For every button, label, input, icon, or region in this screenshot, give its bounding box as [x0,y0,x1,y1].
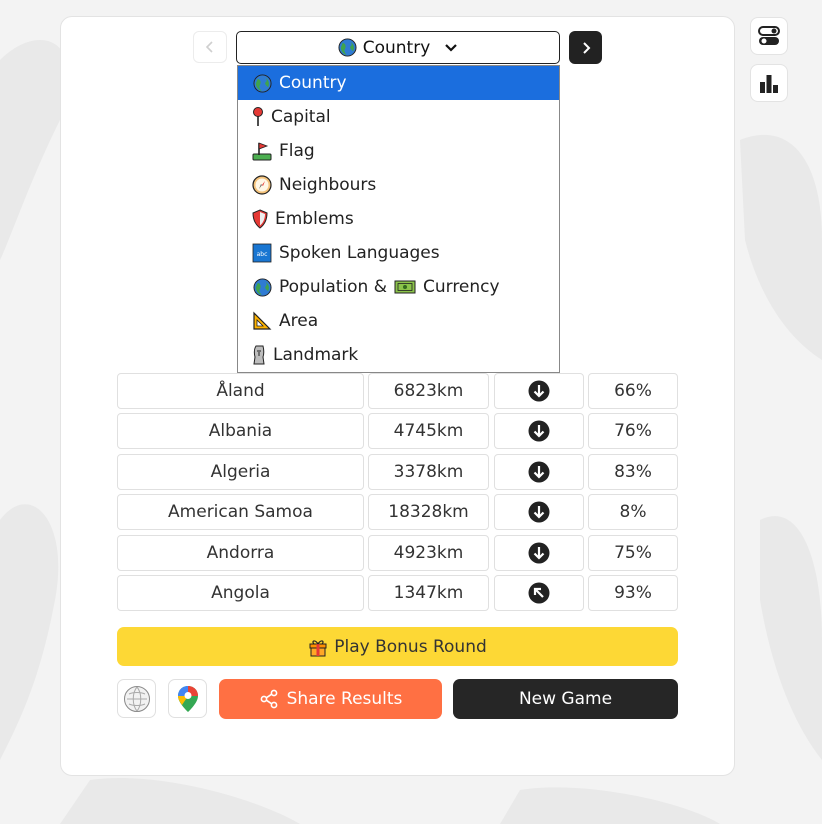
guess-proximity: 8% [588,494,678,530]
mode-select-value: Country [362,37,431,58]
money-icon [394,280,416,294]
next-mode-button[interactable] [569,31,602,64]
chevron-down-icon [445,43,458,52]
mode-option-label: Landmark [273,345,359,365]
share-label: Share Results [286,689,403,709]
guess-country: Albania [117,413,364,449]
mode-option-neighbours[interactable]: Neighbours [238,168,559,202]
guess-distance: 6823km [368,373,489,409]
settings-button[interactable] [750,17,788,55]
guess-distance: 1347km [368,575,489,611]
guess-proximity: 93% [588,575,678,611]
mode-option-population-currency[interactable]: Population & Currency [238,270,559,304]
globe-icon [252,277,272,297]
guess-direction [494,454,584,490]
guess-direction [494,575,584,611]
mode-option-label: Population & [279,277,387,297]
chevron-left-icon [205,41,213,53]
mode-option-label: Country [279,73,347,93]
guess-direction [494,494,584,530]
guess-direction [494,535,584,571]
mode-option-flag[interactable]: Flag [238,134,559,168]
moai-icon [253,345,265,365]
guess-country: Andorra [117,535,364,571]
guess-distance: 4923km [368,535,489,571]
mode-option-landmark[interactable]: Landmark [238,338,559,372]
globe-icon [252,73,272,93]
guess-direction [494,373,584,409]
mode-select[interactable]: Country [236,31,560,64]
play-bonus-round-button[interactable]: Play Bonus Round [117,627,678,666]
guess-direction [494,413,584,449]
share-results-button[interactable]: Share Results [219,679,442,719]
flag-icon [252,142,272,161]
stats-bar-chart-icon [760,75,778,93]
arrow-up-left-icon [528,582,550,604]
svg-text:abc: abc [257,251,268,258]
new-game-button[interactable]: New Game [453,679,678,719]
guess-distance: 3378km [368,454,489,490]
mode-option-label: Spoken Languages [279,243,440,263]
guess-country: Åland [117,373,364,409]
guess-distance: 4745km [368,413,489,449]
google-maps-icon [177,685,198,712]
chevron-right-icon [582,41,590,54]
mode-option-spoken-languages[interactable]: abc Spoken Languages [238,236,559,270]
guess-proximity: 75% [588,535,678,571]
settings-toggle-icon [758,26,780,45]
wikipedia-button[interactable] [117,679,156,718]
guess-proximity: 83% [588,454,678,490]
new-game-label: New Game [518,689,613,709]
abc-icon: abc [252,243,272,263]
guess-country: American Samoa [117,494,364,530]
previous-mode-button[interactable] [193,31,227,63]
mode-option-label: Emblems [275,209,354,229]
mode-option-label: Capital [271,107,331,127]
arrow-down-icon [528,461,550,483]
guess-proximity: 66% [588,373,678,409]
mode-option-capital[interactable]: Capital [238,100,559,134]
stats-button[interactable] [750,64,788,102]
mode-option-area[interactable]: Area [238,304,559,338]
compass-icon [252,175,272,195]
guess-proximity: 76% [588,413,678,449]
google-maps-button[interactable] [168,679,207,718]
pin-icon [253,107,263,126]
arrow-down-icon [528,420,550,442]
mode-dropdown-list: Country Capital Flag Neighbours Emblems … [237,65,560,373]
arrow-down-icon [528,380,550,402]
arrow-down-icon [528,501,550,523]
guess-distance: 18328km [368,494,489,530]
arrow-down-icon [528,542,550,564]
guess-country: Angola [117,575,364,611]
gift-icon [309,639,327,656]
guess-country: Algeria [117,454,364,490]
share-icon [260,689,277,709]
mode-option-emblems[interactable]: Emblems [238,202,559,236]
mode-option-label-2: Currency [422,277,500,297]
mode-option-label: Neighbours [279,175,377,195]
mode-option-label: Flag [279,141,315,161]
mode-option-label: Area [279,311,319,331]
triangle-ruler-icon [253,311,272,330]
shield-icon [252,209,268,229]
mode-option-country[interactable]: Country [238,66,559,100]
globe-icon [338,38,357,57]
wikipedia-icon [123,685,150,712]
bonus-label: Play Bonus Round [334,636,487,657]
